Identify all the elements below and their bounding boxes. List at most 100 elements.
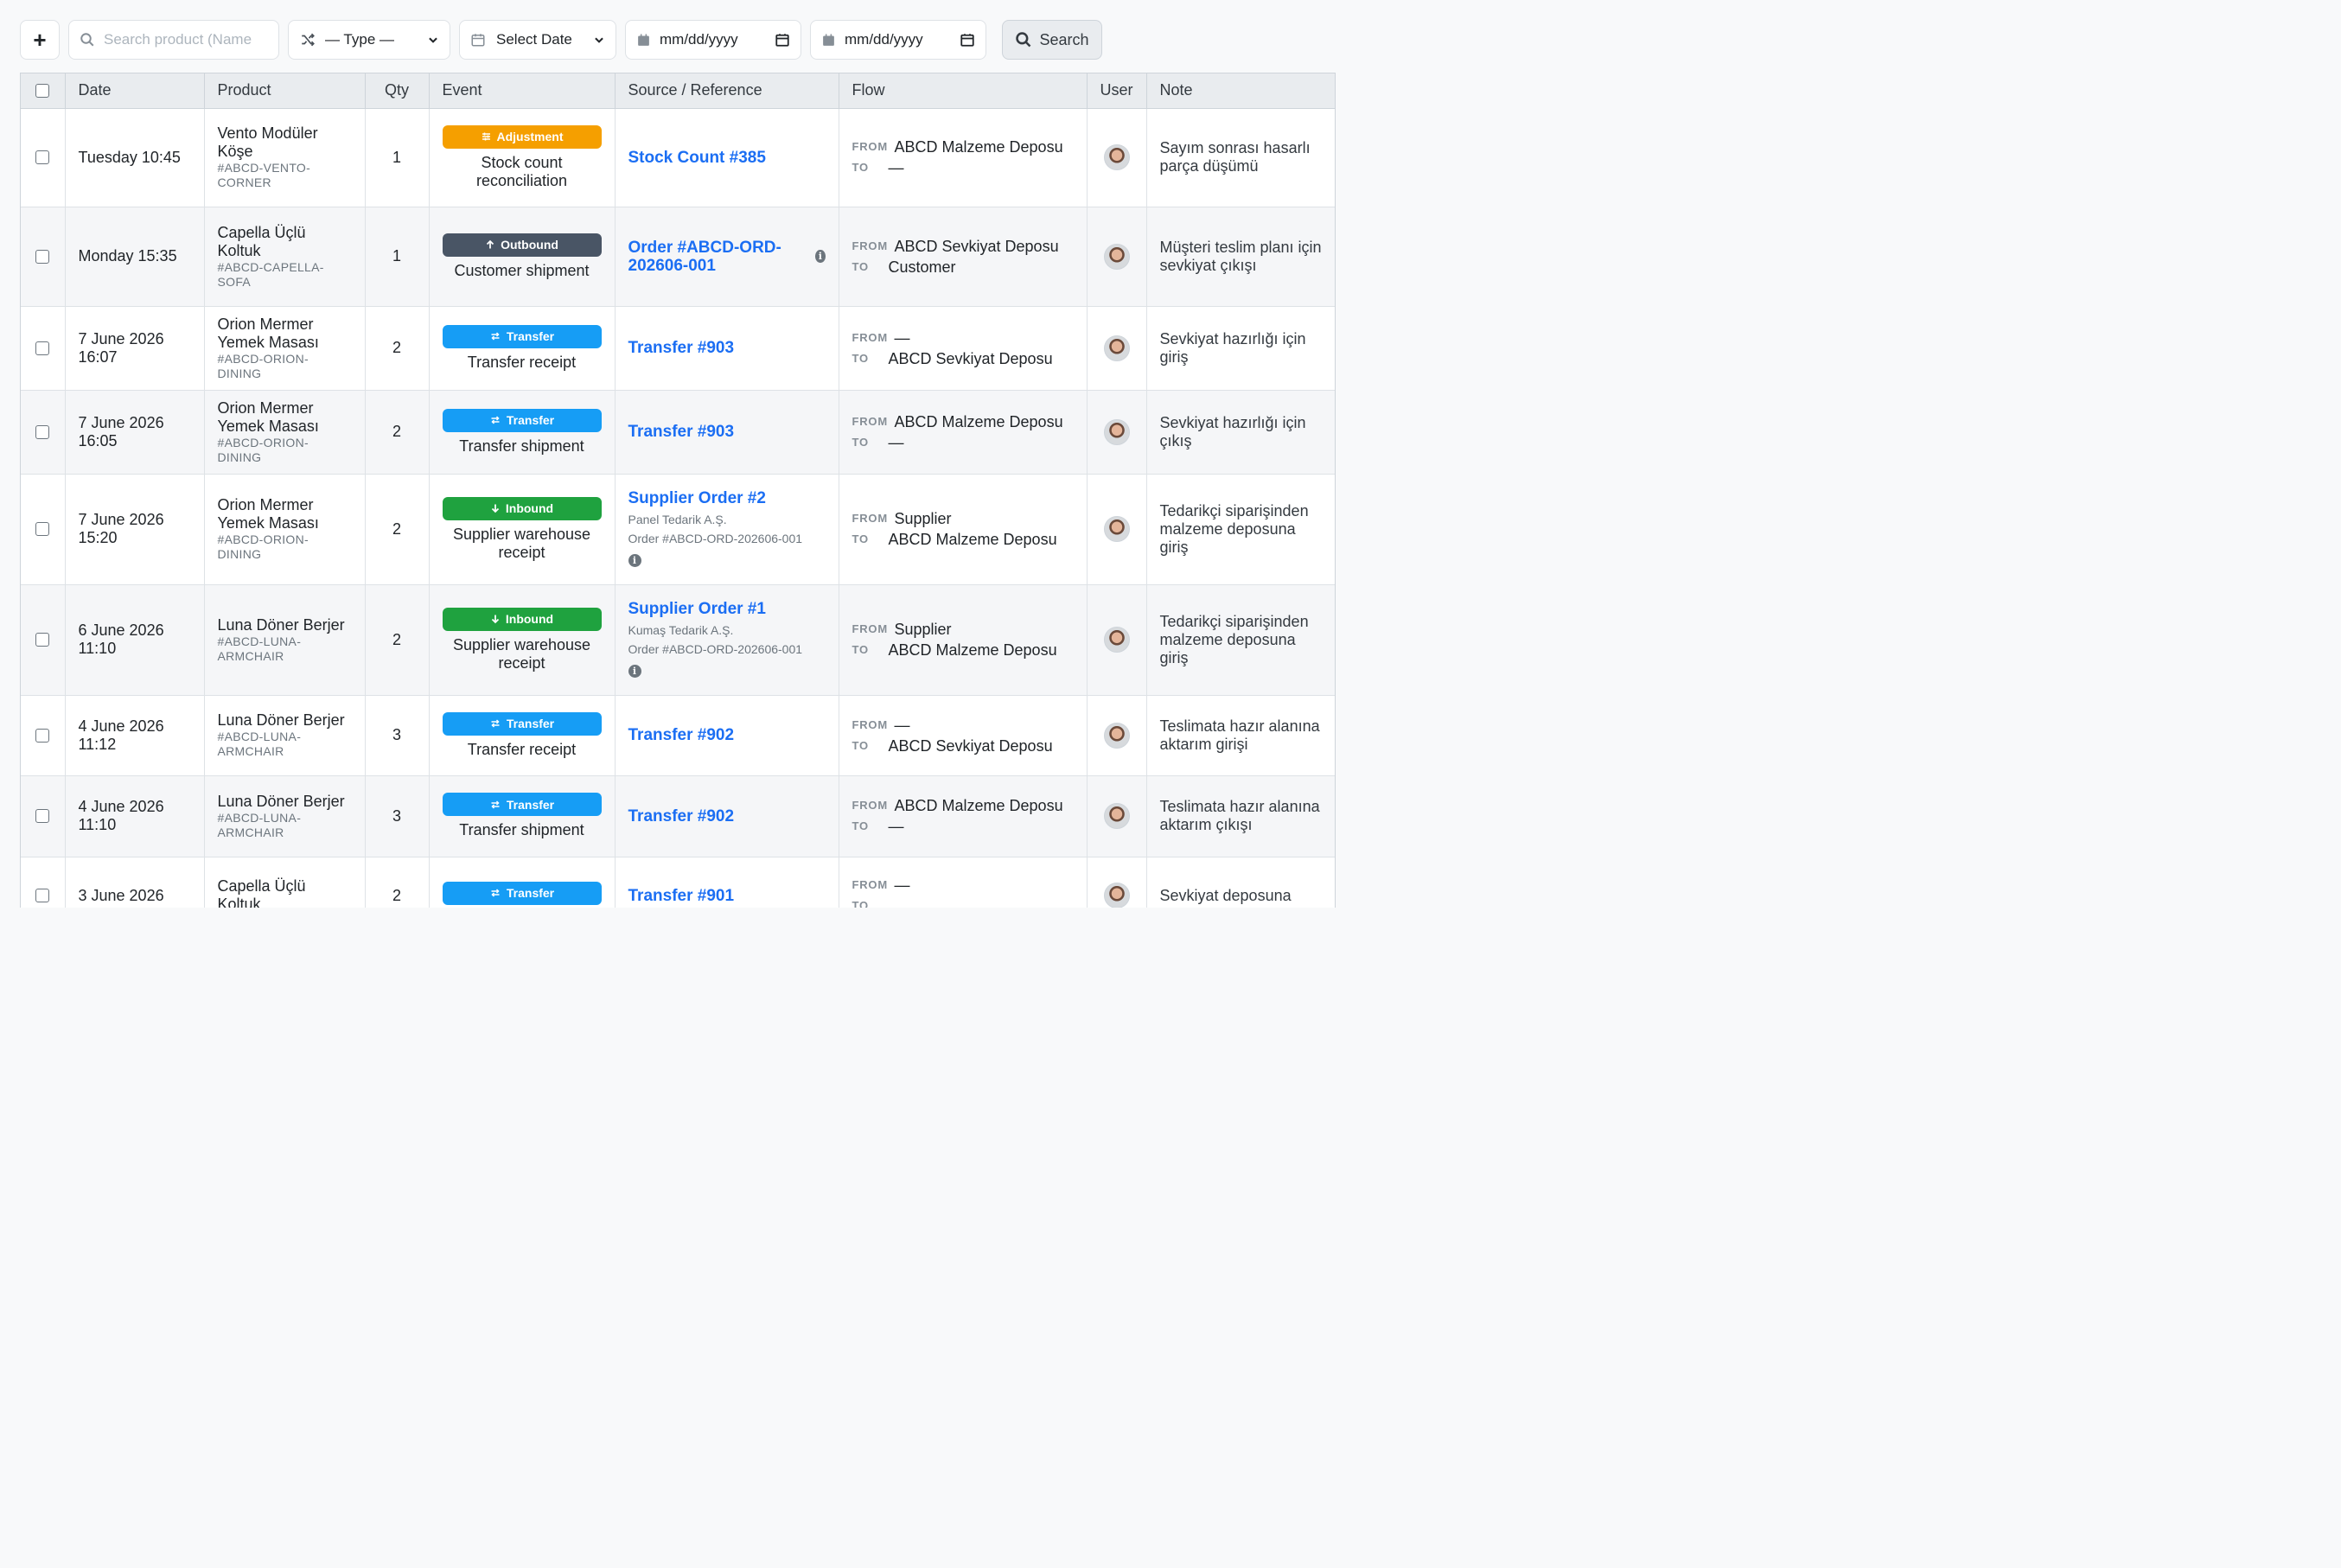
header-product[interactable]: Product — [204, 73, 366, 109]
table-row[interactable]: 4 June 2026 11:10 Luna Döner Berjer #ABCD-… — [21, 775, 1335, 857]
reference-link[interactable]: Transfer #902 — [628, 726, 826, 744]
row-date: 7 June 2026 16:05 — [78, 413, 164, 449]
info-icon[interactable]: i — [628, 664, 641, 678]
reference-link[interactable]: Stock Count #385 — [628, 149, 826, 167]
row-note: Tedarikçi siparişinden malzeme deposuna … — [1159, 612, 1309, 666]
row-checkbox[interactable] — [35, 633, 50, 647]
row-note: Sevkiyat deposuna — [1159, 886, 1292, 904]
row-note: Sayım sonrası hasarlı parça düşümü — [1159, 139, 1311, 175]
qty-cell: 1 — [365, 207, 430, 307]
product-name: Luna Döner Berjer — [217, 792, 345, 810]
row-checkbox[interactable] — [35, 889, 50, 902]
calendar-picker-icon[interactable] — [960, 32, 975, 48]
reference-link[interactable]: Transfer #902 — [628, 807, 826, 825]
row-checkbox[interactable] — [35, 809, 50, 823]
movements-table: Date Product Qty Event Source / Referenc… — [20, 73, 1336, 908]
header-date[interactable]: Date — [65, 73, 205, 109]
user-avatar[interactable] — [1103, 722, 1130, 749]
flow-to-label: TO — [852, 532, 869, 545]
table-row[interactable]: 7 June 2026 16:07 Orion Mermer Yemek Masa… — [21, 306, 1335, 391]
product-sku: #ABCD-LUNA-ARMCHAIR — [217, 730, 302, 758]
flow-from-value: — — [894, 716, 910, 734]
table-row[interactable]: 7 June 2026 16:05 Orion Mermer Yemek Masa… — [21, 390, 1335, 475]
event-cell: Adjustment Stock count reconciliation — [429, 108, 616, 207]
row-date: 7 June 2026 16:07 — [78, 329, 164, 366]
reference-link[interactable]: Supplier Order #2 — [628, 489, 826, 507]
add-button[interactable]: + — [20, 20, 60, 60]
reference-link[interactable]: Supplier Order #1 — [628, 600, 826, 618]
row-note: Müşteri teslim planı için sevkiyat çıkış… — [1159, 238, 1322, 274]
header-flow[interactable]: Flow — [839, 73, 1088, 109]
badge-label: Adjustment — [496, 130, 564, 143]
user-avatar[interactable] — [1103, 335, 1130, 361]
table-row[interactable]: 6 June 2026 11:10 Luna Döner Berjer #ABCD-… — [21, 584, 1335, 696]
search-input[interactable]: Search product (Name — [68, 20, 279, 60]
table-row[interactable]: Monday 15:35 Capella Üçlü Koltuk #ABCD-CAP… — [21, 207, 1335, 307]
note-cell: Sevkiyat hazırlığı için çıkış — [1146, 390, 1335, 475]
calendar-icon — [471, 34, 485, 47]
event-type-badge: Adjustment — [442, 124, 602, 149]
user-avatar[interactable] — [1103, 243, 1130, 270]
flow-cell: FROM ABCD Malzeme Deposu TO — — [839, 390, 1088, 475]
header-qty[interactable]: Qty — [365, 73, 430, 109]
user-avatar[interactable] — [1103, 883, 1130, 908]
row-checkbox[interactable] — [35, 424, 50, 439]
row-qty: 1 — [392, 247, 401, 265]
row-checkbox[interactable] — [35, 249, 50, 264]
reference-link[interactable]: Transfer #903 — [628, 423, 826, 441]
row-checkbox[interactable] — [35, 341, 50, 355]
user-cell — [1087, 207, 1147, 307]
reference-cell: Transfer #903 — [615, 306, 839, 391]
reference-link[interactable]: Order #ABCD-ORD-202606-001 — [628, 239, 811, 275]
header-event[interactable]: Event — [429, 73, 616, 109]
date-from-input[interactable]: mm/dd/yyyy — [625, 20, 801, 60]
date-cell: 3 June 2026 — [65, 857, 205, 908]
product-cell: Luna Döner Berjer #ABCD-LUNA-ARMCHAIR — [204, 584, 366, 696]
header-user[interactable]: User — [1087, 73, 1147, 109]
reference-link[interactable]: Transfer #901 — [628, 887, 826, 905]
table-row[interactable]: 3 June 2026 Capella Üçlü Koltuk 2 Transfer T… — [21, 857, 1335, 908]
user-avatar[interactable] — [1103, 144, 1130, 170]
event-type-badge: Inbound — [442, 607, 602, 631]
table-row[interactable]: 4 June 2026 11:12 Luna Döner Berjer #ABCD-… — [21, 695, 1335, 776]
row-note: Teslimata hazır alanına aktarım girişi — [1159, 717, 1320, 753]
table-body: Tuesday 10:45 Vento Modüler Köşe #ABCD-VEN… — [21, 108, 1335, 908]
flow-from-value: — — [894, 876, 910, 894]
search-button[interactable]: Search — [1002, 20, 1102, 60]
badge-label: Inbound — [505, 501, 554, 515]
header-source-reference[interactable]: Source / Reference — [615, 73, 839, 109]
user-avatar[interactable] — [1103, 418, 1130, 445]
table-row[interactable]: 7 June 2026 15:20 Orion Mermer Yemek Masa… — [21, 474, 1335, 585]
user-avatar[interactable] — [1103, 516, 1130, 542]
date-range-select[interactable]: Select Date — [459, 20, 616, 60]
row-date: 4 June 2026 11:10 — [78, 798, 164, 833]
row-select-cell — [21, 207, 66, 307]
calendar-picker-icon[interactable] — [775, 32, 790, 48]
user-avatar[interactable] — [1103, 803, 1130, 829]
flow-cell: FROM ABCD Malzeme Deposu TO — — [839, 775, 1088, 857]
product-name: Orion Mermer Yemek Masası — [217, 398, 319, 435]
event-description: Transfer receipt — [467, 353, 577, 371]
header-note[interactable]: Note — [1146, 73, 1335, 109]
type-select[interactable]: — Type — — [288, 20, 450, 60]
select-all-checkbox[interactable] — [35, 83, 50, 98]
flow-from-value: ABCD Malzeme Deposu — [894, 797, 1063, 814]
row-checkbox[interactable] — [35, 150, 50, 164]
table-row[interactable]: Tuesday 10:45 Vento Modüler Köşe #ABCD-VEN… — [21, 108, 1335, 207]
product-sku: #ABCD-ORION-DINING — [217, 351, 309, 380]
row-date: 7 June 2026 15:20 — [78, 511, 164, 546]
user-avatar[interactable] — [1103, 627, 1130, 653]
product-name: Orion Mermer Yemek Masası — [217, 496, 319, 532]
flow-from-label: FROM — [852, 330, 888, 344]
badge-label: Transfer — [506, 329, 555, 343]
row-checkbox[interactable] — [35, 522, 50, 536]
flow-from-value: Supplier — [894, 510, 952, 527]
flow-from-label: FROM — [852, 512, 888, 525]
reference-cell: Transfer #902 — [615, 775, 839, 857]
event-cell: Transfer Transfer shipment — [429, 390, 616, 475]
row-checkbox[interactable] — [35, 728, 50, 743]
info-icon[interactable]: i — [815, 250, 826, 263]
info-icon[interactable]: i — [628, 553, 641, 567]
reference-link[interactable]: Transfer #903 — [628, 339, 826, 357]
date-to-input[interactable]: mm/dd/yyyy — [810, 20, 986, 60]
